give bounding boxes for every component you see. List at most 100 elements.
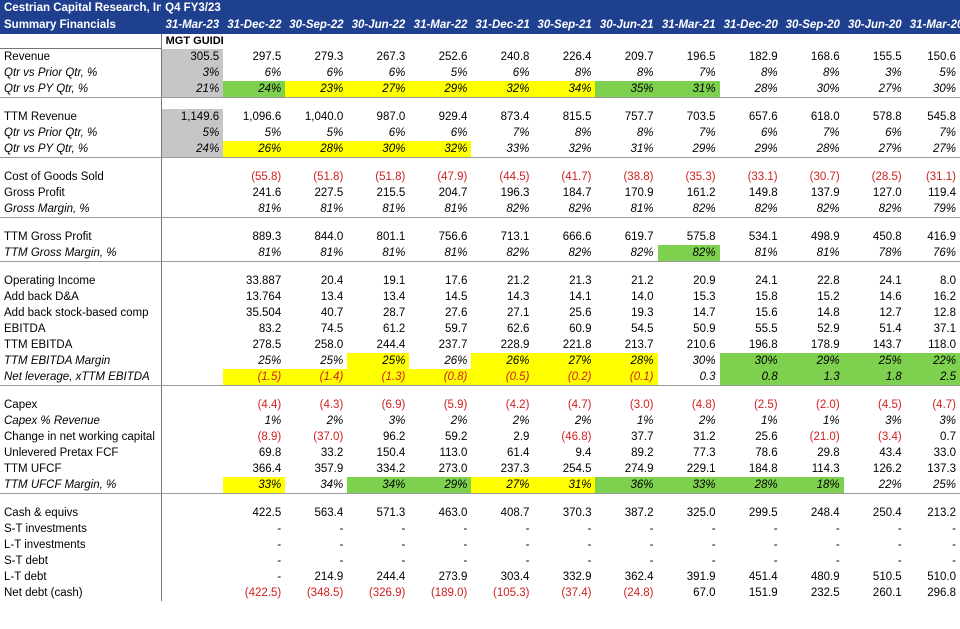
value-cell: 334.2 xyxy=(376,463,406,475)
value-cell: 168.6 xyxy=(810,50,840,63)
value-cell: 1,096.6 xyxy=(242,111,282,123)
value-cell: - xyxy=(463,523,468,535)
value-cell: 2.5 xyxy=(905,369,960,386)
table-row: TTM UFCF Margin, % 33% 34% 34% 29% 27% 31% 36% 3… xyxy=(0,477,960,494)
value-cell: (4.8) xyxy=(691,399,716,411)
value-cell: 82% xyxy=(843,201,906,218)
row-label: TTM Gross Margin, % xyxy=(0,245,162,262)
value-cell: 498.9 xyxy=(810,231,840,243)
value-cell: 155.5 xyxy=(872,50,902,63)
value-cell: 22% xyxy=(843,477,906,494)
value-cell: - xyxy=(587,539,592,551)
guide-cell xyxy=(161,201,224,218)
guide-cell xyxy=(161,505,223,521)
header-row-3: MGT GUIDE xyxy=(0,34,960,49)
value-cell: 32% xyxy=(533,141,596,158)
value-cell: 178.9 xyxy=(810,339,840,351)
header-row-2: Summary Financials 31-Mar-23 31-Dec-22 30… xyxy=(0,17,960,34)
value-cell: 2% xyxy=(450,415,468,427)
value-cell: 81% xyxy=(347,201,410,218)
value-cell: (30.7) xyxy=(809,171,840,183)
guide-cell xyxy=(161,305,223,321)
guide-cell xyxy=(161,521,223,537)
value-cell: 60.9 xyxy=(569,323,592,335)
value-cell: 252.6 xyxy=(438,50,468,63)
row-label: Add back D&A xyxy=(0,289,162,305)
value-cell: (348.5) xyxy=(306,587,344,599)
value-cell: (5.9) xyxy=(443,399,468,411)
table-row: TTM UFCF 366.4 357.9 334.2 273.0 237.3 254.5 27… xyxy=(0,461,960,477)
value-cell: (105.3) xyxy=(492,587,530,599)
value-cell: 61.2 xyxy=(382,323,406,335)
value-cell: 14.7 xyxy=(693,307,716,319)
value-cell: (326.9) xyxy=(368,587,406,599)
value-cell: 25% xyxy=(843,353,906,369)
row-label: Gross Margin, % xyxy=(0,201,162,218)
period-date-header: 30-Sep-22 xyxy=(285,17,348,34)
guide-cell xyxy=(161,585,223,601)
value-cell: - xyxy=(649,523,654,535)
value-cell: - xyxy=(711,539,716,551)
guide-cell: 21% xyxy=(161,81,224,98)
value-cell: 89.2 xyxy=(631,447,654,459)
value-cell: 29% xyxy=(719,141,782,158)
value-cell: - xyxy=(952,555,956,567)
value-cell: 1% xyxy=(636,415,654,427)
period-date-header: 30-Jun-20 xyxy=(843,17,906,34)
value-cell: 81% xyxy=(409,245,472,262)
value-cell: 578.8 xyxy=(872,111,902,123)
value-cell: 113.0 xyxy=(439,447,468,459)
value-cell: - xyxy=(587,555,592,567)
value-cell: 987.0 xyxy=(376,111,406,123)
value-cell: 14.3 xyxy=(507,291,530,303)
value-cell: 8% xyxy=(636,67,654,79)
value-cell: 82% xyxy=(595,245,658,262)
value-cell: 25.6 xyxy=(569,307,592,319)
value-cell: 82% xyxy=(657,201,720,218)
value-cell: (37.4) xyxy=(561,587,592,599)
guide-cell: 24% xyxy=(161,141,224,158)
value-cell: (1.3) xyxy=(347,369,410,386)
guide-cell xyxy=(161,321,223,337)
value-cell: 82% xyxy=(719,201,782,218)
value-cell: 213.7 xyxy=(624,339,654,351)
value-cell: - xyxy=(525,539,530,551)
row-label: TTM Revenue xyxy=(0,109,162,125)
value-cell: - xyxy=(952,539,956,551)
value-cell: (6.9) xyxy=(381,399,406,411)
value-cell: 463.0 xyxy=(438,507,468,519)
value-cell: 77.3 xyxy=(693,447,716,459)
value-cell: (422.5) xyxy=(244,587,282,599)
value-cell: 6% xyxy=(760,127,778,139)
value-cell: 61.4 xyxy=(507,447,530,459)
value-cell: 143.7 xyxy=(872,339,902,351)
value-cell: 184.8 xyxy=(748,463,778,475)
row-label: Qtr vs Prior Qtr, % xyxy=(0,125,162,141)
guide-cell xyxy=(161,429,223,445)
value-cell: 9.4 xyxy=(575,447,592,459)
value-cell: 96.2 xyxy=(382,431,406,443)
value-cell: 31% xyxy=(533,477,596,494)
value-cell: 1.3 xyxy=(781,369,844,386)
value-cell: 13.4 xyxy=(320,291,344,303)
value-cell: 227.5 xyxy=(314,187,344,199)
value-cell: 7% xyxy=(698,127,716,139)
table-row: Unlevered Pretax FCF 69.8 33.2 150.4 113.0 61… xyxy=(0,445,960,461)
value-cell: 357.9 xyxy=(314,463,344,475)
value-cell: 114.3 xyxy=(811,463,840,475)
value-cell: 3% xyxy=(885,67,902,79)
table-row: Qtr vs PY Qtr, % 21% 24% 23% 27% 29% 32% 34% 35%… xyxy=(0,81,960,98)
spacer-row xyxy=(0,493,960,505)
value-cell: 6% xyxy=(388,67,406,79)
value-cell: 20.4 xyxy=(320,275,344,287)
value-cell: 29% xyxy=(409,81,472,98)
value-cell: 545.8 xyxy=(927,111,956,123)
row-label: Qtr vs PY Qtr, % xyxy=(0,141,162,158)
value-cell: 7% xyxy=(939,127,956,139)
value-cell: 5% xyxy=(450,67,468,79)
guide-cell xyxy=(161,229,223,245)
value-cell: 332.9 xyxy=(562,571,592,583)
table-row: Cash & equivs 422.5 563.4 571.3 463.0 408.7 37… xyxy=(0,505,960,521)
value-cell: 196.5 xyxy=(686,50,716,63)
table-row: TTM EBITDA Margin 25% 25% 25% 26% 26% 27% 28% 30… xyxy=(0,353,960,369)
